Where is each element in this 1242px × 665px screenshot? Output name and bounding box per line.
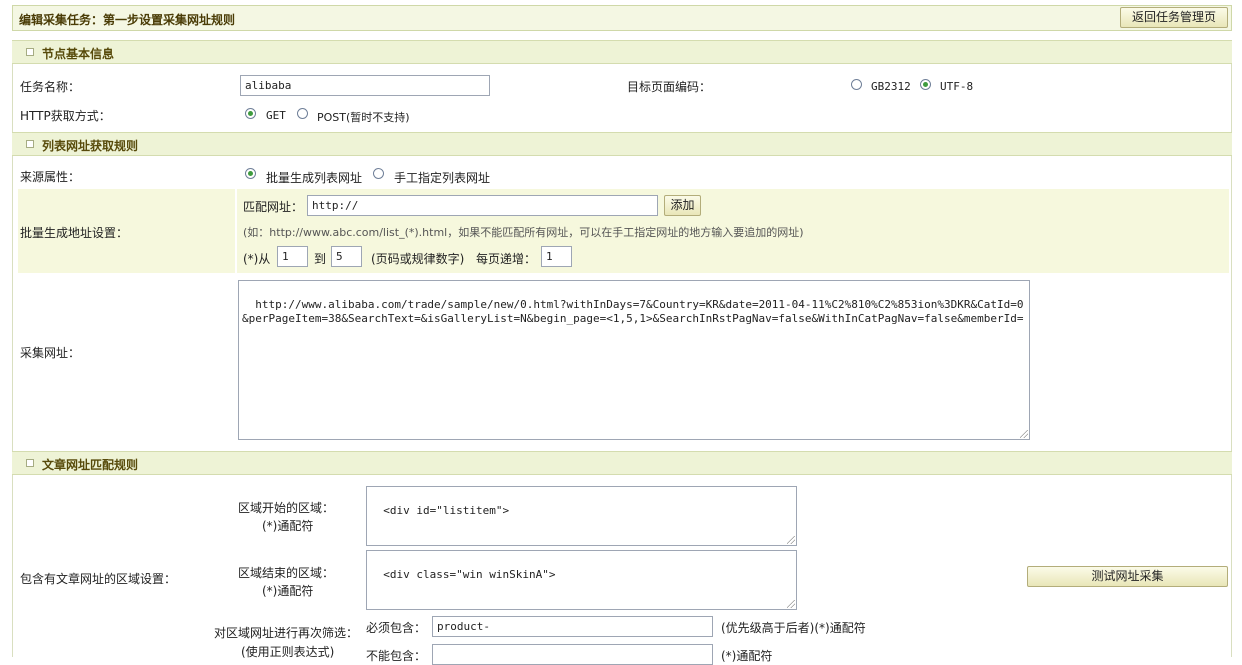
task-name-input[interactable]: alibaba — [240, 75, 490, 96]
collapse-square-icon[interactable] — [26, 459, 34, 467]
radio-get[interactable] — [245, 108, 256, 119]
collapse-square-icon[interactable] — [26, 48, 34, 56]
area-start-wildcard: (*)通配符 — [262, 519, 314, 533]
section-article-rules-header: 文章网址匹配规则 — [12, 451, 1232, 475]
to-label: 到 — [314, 252, 327, 266]
section-basic-header: 节点基本信息 — [12, 40, 1232, 64]
radio-batch-generate-label: 批量生成列表网址 — [266, 171, 363, 185]
batch-settings-label: 批量生成地址设置： — [20, 226, 129, 240]
page-number-hint: (页码或规律数字) — [371, 252, 465, 266]
back-to-task-list-button[interactable]: 返回任务管理页 — [1120, 7, 1228, 28]
resize-grip-icon[interactable] — [787, 600, 795, 608]
article-area-label: 包含有文章网址的区域设置： — [20, 572, 177, 586]
area-start-textarea[interactable]: <div id="listitem"> — [366, 486, 797, 546]
step-input[interactable]: 1 — [541, 246, 572, 267]
area-end-label: 区域结束的区域： — [238, 566, 335, 580]
cannot-contain-input[interactable] — [432, 644, 713, 665]
collect-url-text: http://www.alibaba.com/trade/sample/new/… — [242, 298, 1024, 325]
page-title: 编辑采集任务：第一步设置采集网址规则 — [19, 13, 236, 27]
match-url-input[interactable]: http:// — [307, 195, 658, 216]
radio-post[interactable] — [297, 108, 308, 119]
radio-get-label: GET — [266, 109, 286, 122]
radio-manual-list[interactable] — [373, 168, 384, 179]
filter-label: 对区域网址进行再次筛选： — [214, 626, 359, 640]
page-header: 编辑采集任务：第一步设置采集网址规则 — [12, 5, 1232, 31]
to-input[interactable]: 5 — [331, 246, 362, 267]
match-url-hint: (如：http://www.abc.com/list_(*).html，如果不能… — [243, 226, 804, 239]
match-url-label: 匹配网址： — [243, 200, 304, 214]
test-url-collect-button[interactable]: 测试网址采集 — [1027, 566, 1228, 587]
radio-gb2312-label: GB2312 — [871, 80, 911, 93]
cannot-contain-hint: (*)通配符 — [721, 649, 773, 663]
collect-url-textarea[interactable]: http://www.alibaba.com/trade/sample/new/… — [238, 280, 1030, 440]
from-input[interactable]: 1 — [277, 246, 308, 267]
area-end-textarea[interactable]: <div class="win winSkinA"> — [366, 550, 797, 610]
radio-batch-generate[interactable] — [245, 168, 256, 179]
add-url-button[interactable]: 添加 — [664, 195, 701, 216]
section-list-rules-title: 列表网址获取规则 — [42, 139, 139, 153]
filter-sub-label: (使用正则表达式) — [241, 645, 335, 659]
area-end-wildcard: (*)通配符 — [262, 584, 314, 598]
area-start-text: <div id="listitem"> — [383, 504, 510, 517]
radio-manual-list-label: 手工指定列表网址 — [394, 171, 491, 185]
must-contain-label: 必须包含： — [366, 621, 427, 635]
source-label: 来源属性： — [20, 170, 81, 184]
task-name-label: 任务名称： — [20, 80, 81, 94]
section-basic-title: 节点基本信息 — [42, 47, 115, 61]
collapse-square-icon[interactable] — [26, 140, 34, 148]
area-end-text: <div class="win winSkinA"> — [383, 568, 556, 581]
must-contain-input[interactable]: product- — [432, 616, 713, 637]
http-method-label: HTTP获取方式： — [20, 109, 111, 123]
section-article-rules-title: 文章网址匹配规则 — [42, 458, 139, 472]
radio-post-label: POST(暂时不支持) — [317, 111, 410, 124]
section-list-rules-header: 列表网址获取规则 — [12, 132, 1232, 156]
area-start-label: 区域开始的区域： — [238, 501, 335, 515]
step-label: 每页递增： — [476, 252, 537, 266]
cannot-contain-label: 不能包含： — [366, 649, 427, 663]
radio-utf8-label: UTF-8 — [940, 80, 974, 93]
must-contain-hint: (优先级高于后者)(*)通配符 — [721, 621, 866, 635]
collect-url-label: 采集网址： — [20, 346, 81, 360]
radio-gb2312[interactable] — [851, 79, 862, 90]
from-label: (*)从 — [243, 252, 271, 266]
resize-grip-icon[interactable] — [787, 536, 795, 544]
resize-grip-icon[interactable] — [1020, 430, 1028, 438]
encoding-label: 目标页面编码： — [627, 80, 712, 94]
radio-utf8[interactable] — [920, 79, 931, 90]
